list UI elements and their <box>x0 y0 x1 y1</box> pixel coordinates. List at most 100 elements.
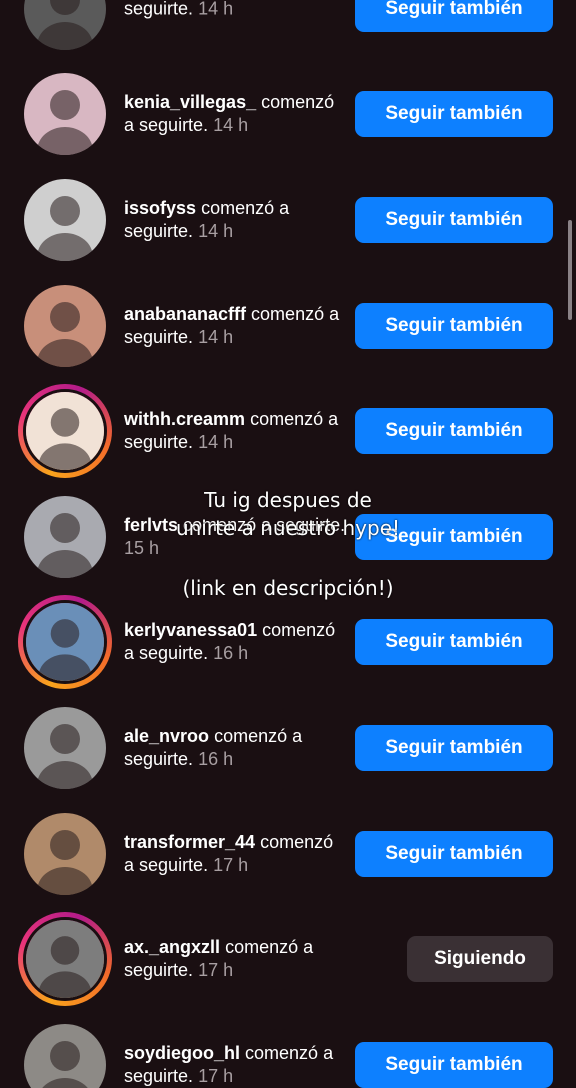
timestamp: 17 h <box>198 1065 234 1086</box>
username[interactable]: ale_nvroo <box>124 726 209 746</box>
follow-notification-text: anabananacfff comenzó a seguirte. 14 h <box>124 303 346 349</box>
follow-notification-text: ale_nvroo comenzó a seguirte. 16 h <box>124 725 346 771</box>
person-silhouette-icon <box>24 0 106 50</box>
timestamp: 14 h <box>198 432 234 453</box>
username[interactable]: anabananacfff <box>124 304 246 324</box>
follower-list: seguirte. 14 h Seguir también kenia_villeg… <box>0 0 576 1088</box>
person-silhouette-icon <box>24 178 106 261</box>
timestamp: 14 h <box>213 115 249 136</box>
avatar-container[interactable] <box>24 178 106 261</box>
action-text-continued: seguirte. <box>139 643 209 664</box>
follow-back-button[interactable]: Seguir también <box>355 408 553 455</box>
person-silhouette-icon <box>26 920 104 999</box>
username[interactable]: kerlyvanessa01 <box>124 620 257 640</box>
timestamp: 14 h <box>198 326 234 347</box>
username[interactable]: withh.creamm <box>124 409 245 429</box>
follow-notification-text: transformer_44 comenzó a seguirte. 17 h <box>124 831 346 877</box>
action-text-continued: seguirte. <box>124 960 194 981</box>
action-text: comenzó a <box>251 303 340 324</box>
avatar[interactable] <box>24 706 106 789</box>
person-silhouette-icon <box>24 284 106 367</box>
follower-row[interactable]: ferlvts comenzó a seguirte. 15 h Seguir t… <box>0 484 576 590</box>
avatar[interactable] <box>24 495 106 578</box>
follower-row[interactable]: ale_nvroo comenzó a seguirte. 16 h Seguir… <box>0 695 576 801</box>
follow-notification-text: ax._angxzll comenzó a seguirte. 17 h <box>124 936 346 982</box>
follow-back-button[interactable]: Seguir también <box>355 91 553 138</box>
person-silhouette-icon <box>24 706 106 789</box>
follower-row[interactable]: seguirte. 14 h Seguir también <box>0 0 576 62</box>
timestamp: 17 h <box>198 960 234 981</box>
follower-row[interactable]: ax._angxzll comenzó a seguirte. 17 h Sigu… <box>0 906 576 1012</box>
story-ring[interactable] <box>18 384 112 479</box>
action-text-continued: seguirte. <box>124 220 194 241</box>
person-silhouette-icon <box>24 812 106 895</box>
follow-back-button[interactable]: Seguir también <box>355 513 553 560</box>
follow-back-button[interactable]: Seguir también <box>355 1041 553 1088</box>
avatar[interactable] <box>24 73 106 156</box>
avatar[interactable] <box>24 0 106 50</box>
action-text-continued: seguirte. <box>124 432 194 453</box>
follow-back-button[interactable]: Seguir también <box>355 619 553 666</box>
action-text-continued: seguirte. <box>124 748 194 769</box>
story-ring[interactable] <box>18 595 112 690</box>
scrollbar[interactable] <box>568 220 572 320</box>
action-text-continued: seguirte. <box>124 1065 194 1086</box>
action-text-continued: seguirte. <box>124 0 194 19</box>
follow-back-button[interactable]: Seguir también <box>355 724 553 771</box>
avatar-container[interactable] <box>24 812 106 895</box>
username[interactable]: ax._angxzll <box>124 937 220 957</box>
action-text: comenzó a <box>214 725 303 746</box>
action-text: comenzó a <box>201 197 290 218</box>
timestamp: 14 h <box>198 220 234 241</box>
avatar[interactable] <box>24 284 106 367</box>
avatar-container[interactable] <box>24 706 106 789</box>
follower-row[interactable]: anabananacfff comenzó a seguirte. 14 h Se… <box>0 273 576 379</box>
follower-row[interactable]: soydiegoo_hl comenzó a seguirte. 17 h Seg… <box>0 1012 576 1088</box>
follower-row[interactable]: issofyss comenzó a seguirte. 14 h Seguir … <box>0 167 576 273</box>
follow-back-button[interactable]: Seguir también <box>355 830 553 877</box>
avatar[interactable] <box>23 389 107 474</box>
follow-back-button[interactable]: Seguir también <box>355 302 553 349</box>
username[interactable]: soydiegoo_hl <box>124 1043 240 1063</box>
person-silhouette-icon <box>26 392 104 471</box>
timestamp: 16 h <box>198 748 234 769</box>
follow-notification-text: kenia_villegas_ comenzó a seguirte. 14 h <box>124 91 346 137</box>
timestamp: 15 h <box>124 537 160 558</box>
timestamp: 17 h <box>213 854 249 875</box>
username[interactable]: ferlvts <box>124 515 178 535</box>
person-silhouette-icon <box>24 1023 106 1088</box>
follower-row[interactable]: kenia_villegas_ comenzó a seguirte. 14 h… <box>0 62 576 168</box>
action-text: comenzó a <box>225 937 314 958</box>
following-button[interactable]: Siguiendo <box>407 936 553 983</box>
avatar-container[interactable] <box>24 1023 106 1088</box>
notifications-screen: seguirte. 14 h Seguir también kenia_villeg… <box>0 0 576 1088</box>
action-text: comenzó a <box>250 409 339 430</box>
follower-row[interactable]: kerlyvanessa01 comenzó a seguirte. 16 hS… <box>0 590 576 696</box>
username[interactable]: kenia_villegas_ <box>124 92 256 112</box>
follow-notification-text: kerlyvanessa01 comenzó a seguirte. 16 h <box>124 619 346 665</box>
timestamp: 16 h <box>213 643 249 664</box>
avatar[interactable] <box>23 600 107 685</box>
follower-row[interactable]: withh.creamm comenzó a seguirte. 14 h Seg… <box>0 378 576 484</box>
avatar[interactable] <box>24 812 106 895</box>
follow-notification-text: seguirte. 14 h <box>124 0 346 20</box>
avatar[interactable] <box>24 1023 106 1088</box>
timestamp: 14 h <box>198 0 234 19</box>
username[interactable]: transformer_44 <box>124 832 255 852</box>
avatar[interactable] <box>24 178 106 261</box>
avatar-container[interactable] <box>24 495 106 578</box>
story-ring[interactable] <box>18 912 112 1007</box>
avatar[interactable] <box>23 917 107 1002</box>
follow-back-button[interactable]: Seguir también <box>355 196 553 243</box>
follower-row[interactable]: transformer_44 comenzó a seguirte. 17 hS… <box>0 801 576 907</box>
follow-back-button[interactable]: Seguir también <box>355 0 553 32</box>
avatar-container[interactable] <box>24 73 106 156</box>
person-silhouette-icon <box>24 495 106 578</box>
follow-notification-text: issofyss comenzó a seguirte. 14 h <box>124 197 346 243</box>
person-silhouette-icon <box>24 73 106 156</box>
avatar-container[interactable] <box>24 284 106 367</box>
username[interactable]: issofyss <box>124 198 196 218</box>
action-text: comenzó a <box>183 514 272 535</box>
avatar-container[interactable] <box>24 0 106 50</box>
action-text-continued: seguirte. <box>124 326 194 347</box>
